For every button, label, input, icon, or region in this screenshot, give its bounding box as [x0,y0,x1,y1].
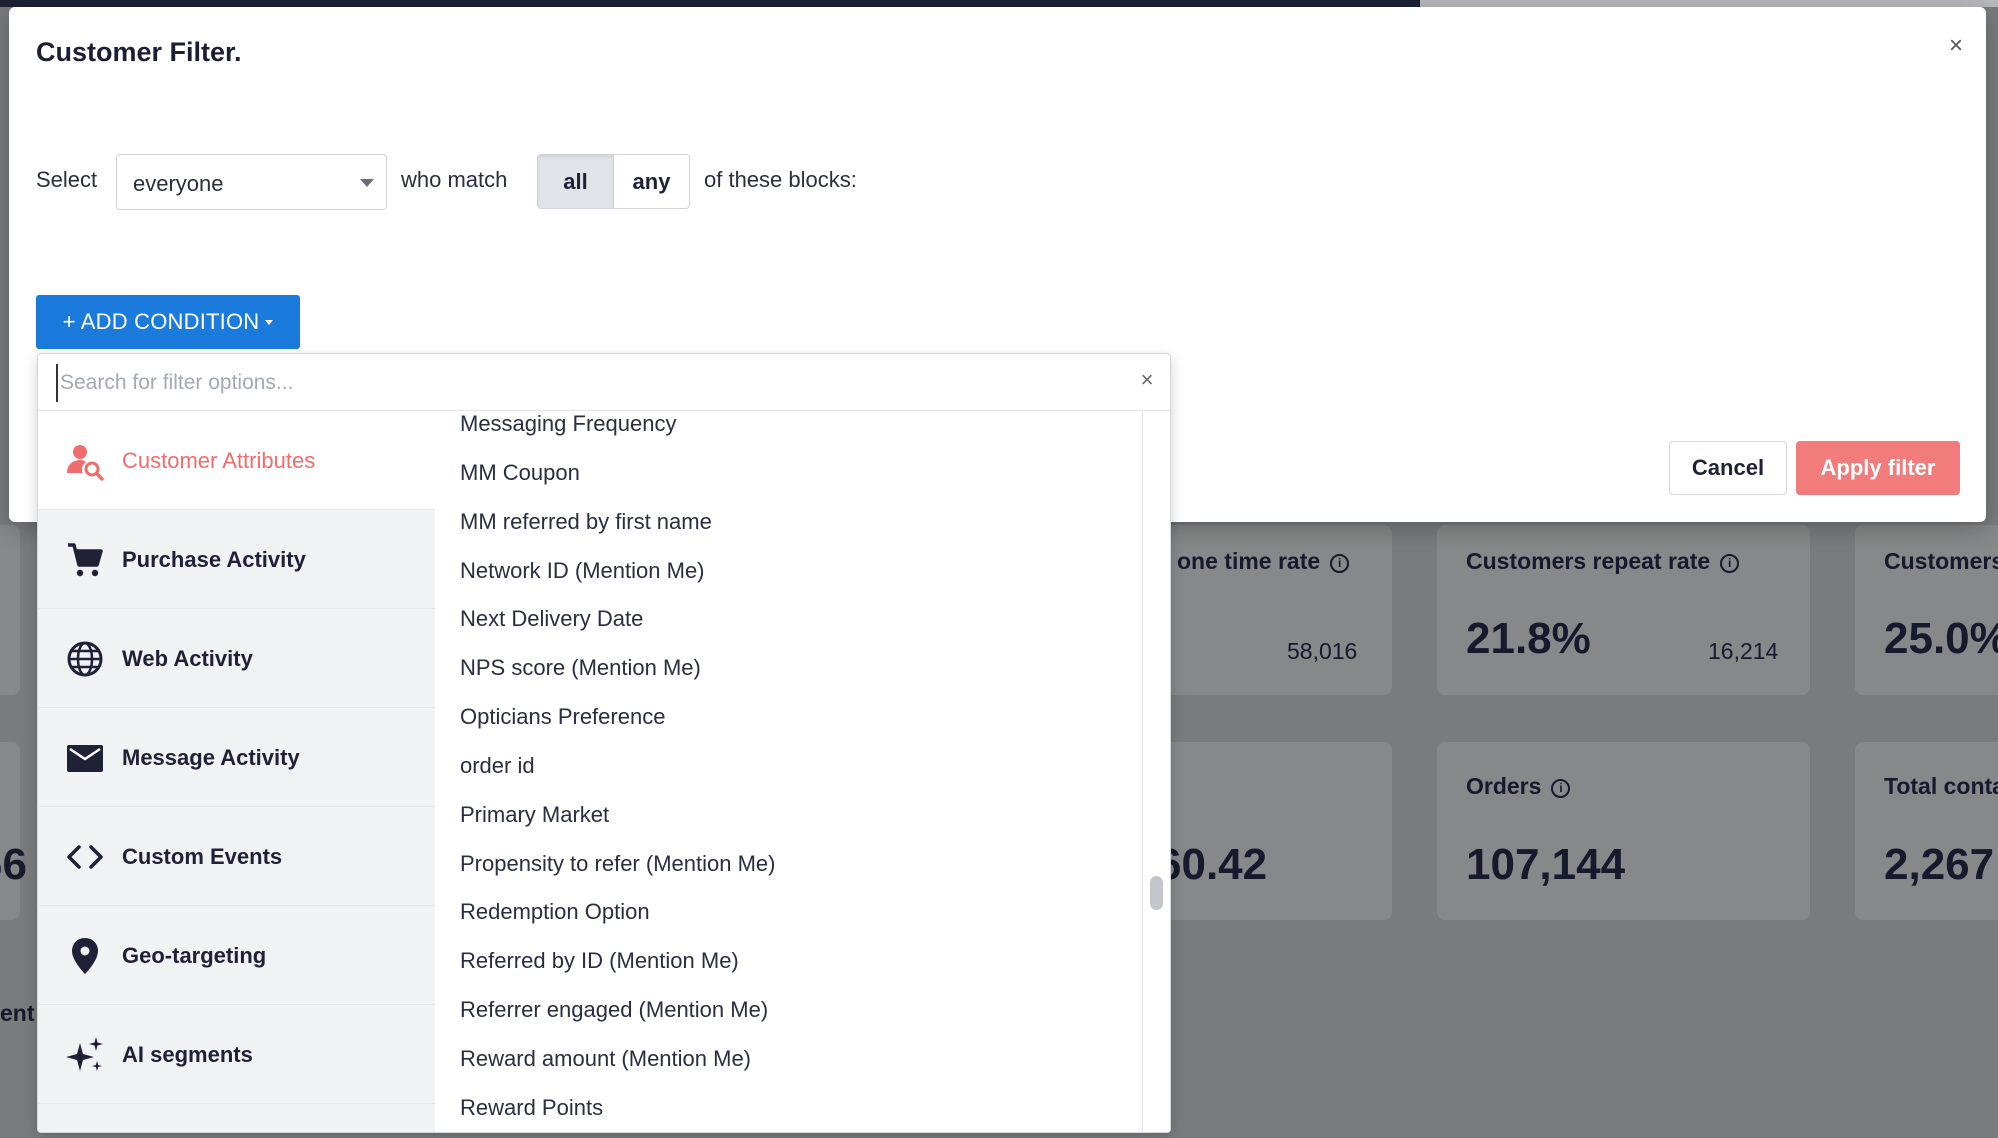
select-label: Select [36,167,98,192]
category-list: Customer Attributes Purchase Activity We… [38,411,435,1132]
bg-card-total-contacts [1855,742,1998,920]
bg-value-customers: 25.0% [1884,614,1998,663]
background-top-bar-right [1420,0,1998,7]
option-item[interactable]: Next Delivery Date [460,606,643,632]
bg-count-one-time: 58,016 [1287,638,1358,664]
audience-select-value: everyone [133,171,224,196]
category-label: Purchase Activity [122,547,306,572]
filter-search-input[interactable] [56,364,1116,402]
apply-filter-button[interactable]: Apply filter [1796,441,1960,495]
code-icon [67,845,103,869]
user-search-icon [67,445,104,481]
who-match-label: who match [401,167,508,192]
modal-title: Customer Filter. [36,37,242,67]
option-item[interactable]: Reward Points [460,1095,603,1121]
clear-search-icon[interactable]: × [1134,367,1160,393]
of-these-blocks-label: of these blocks: [704,167,857,192]
bg-count-repeat: 16,214 [1708,638,1779,664]
category-geo-targeting[interactable]: Geo-targeting [38,906,435,1005]
bg-label-total-contacts: Total conta [1884,773,1998,799]
category-ai-segments[interactable]: AI segments [38,1005,435,1104]
category-purchase-activity[interactable]: Purchase Activity [38,510,435,609]
options-scrollbar[interactable] [1142,411,1170,1132]
match-mode-toggle: all any [537,154,690,209]
category-customer-attributes[interactable]: Customer Attributes [38,411,435,510]
option-item[interactable]: order id [460,753,535,779]
option-item[interactable]: MM Coupon [460,460,580,486]
option-item[interactable]: Propensity to refer (Mention Me) [460,851,775,877]
add-condition-button[interactable]: + ADD CONDITION [36,295,300,349]
category-label: Customer Attributes [122,448,316,473]
audience-select[interactable]: everyone [116,154,387,210]
add-condition-label: + ADD CONDITION [62,309,260,334]
map-pin-icon [72,938,98,974]
option-item[interactable]: NPS score (Mention Me) [460,655,701,681]
category-custom-events[interactable]: Custom Events [38,807,435,906]
info-icon: i [1330,554,1350,573]
info-icon: i [1720,554,1740,573]
chevron-down-icon [360,179,374,187]
bg-value-total-contacts: 2,267 [1884,840,1995,889]
option-item[interactable]: Reward amount (Mention Me) [460,1046,751,1072]
option-item[interactable]: Referred by ID (Mention Me) [460,948,739,974]
option-item[interactable]: Primary Market [460,802,609,828]
bg-label-one-time-rate: one time rate i [1177,548,1350,575]
option-item[interactable]: Messaging Frequency [460,411,676,437]
option-item[interactable]: Redemption Option [460,899,650,925]
option-item[interactable]: MM referred by first name [460,509,712,535]
option-item[interactable]: Referrer engaged (Mention Me) [460,997,768,1023]
bg-card-left-1 [0,525,20,695]
sparkles-icon [66,1037,103,1071]
bg-value-card: 60.42 [1157,840,1268,889]
category-label: Web Activity [122,646,253,671]
globe-icon [67,641,103,677]
cancel-button[interactable]: Cancel [1669,441,1787,495]
condition-dropdown: × Customer Attributes Purchase Activity [37,353,1171,1133]
bg-value-left: 66 [0,840,27,889]
match-all-button[interactable]: all [538,155,613,208]
category-label: Custom Events [122,844,283,869]
bg-card-left-2 [0,742,20,920]
category-label: Geo-targeting [122,943,267,968]
search-row: × [38,354,1170,411]
bg-label-repeat-rate: Customers repeat rate i [1466,548,1740,575]
bg-value-orders: 107,144 [1466,840,1626,889]
envelope-icon [67,745,103,772]
category-label: Message Activity [122,745,300,770]
bg-text-left: ent [0,1000,35,1026]
filter-options-list: Messaging Frequency MM Coupon MM referre… [435,411,1157,1132]
caret-down-icon [265,320,274,325]
category-label: AI segments [122,1042,253,1067]
scrollbar-thumb[interactable] [1150,876,1163,910]
category-web-activity[interactable]: Web Activity [38,609,435,708]
category-message-activity[interactable]: Message Activity [38,708,435,807]
bg-label-orders: Orders i [1466,773,1571,800]
info-icon: i [1551,779,1571,798]
cart-icon [68,543,103,577]
bg-card-orders [1437,742,1810,920]
bg-label-customers: Customers [1884,548,1998,574]
bg-value-repeat-rate: 21.8% [1466,614,1591,663]
close-icon[interactable]: × [1943,33,1969,59]
option-item[interactable]: Opticians Preference [460,704,665,730]
option-item[interactable]: Network ID (Mention Me) [460,558,705,584]
match-any-button[interactable]: any [613,155,689,208]
background-top-bar [0,0,1420,7]
